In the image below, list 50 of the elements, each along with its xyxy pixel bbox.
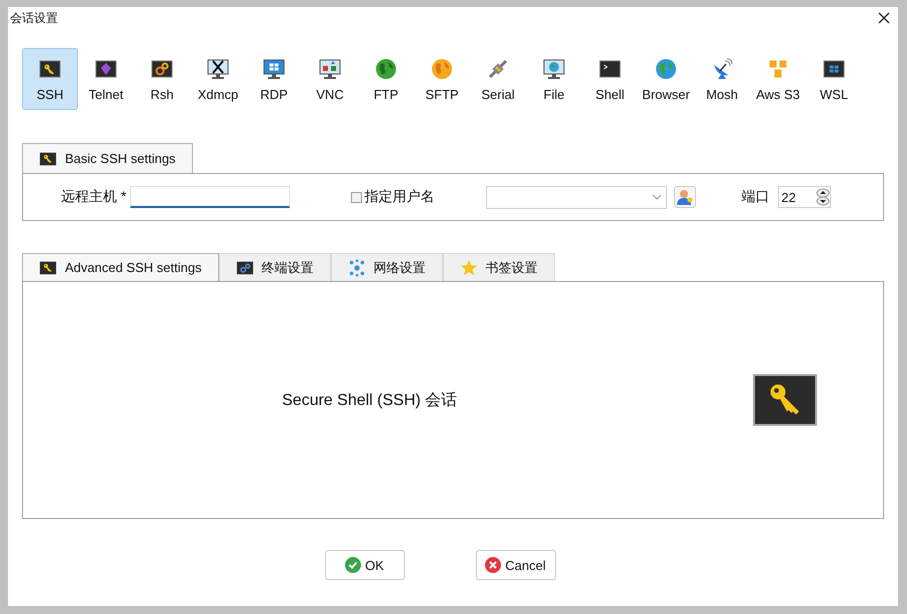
globe-icon [654, 56, 678, 80]
monitor-icon [262, 56, 286, 80]
field-label: 端口 [741, 188, 770, 206]
user-button[interactable] [674, 186, 696, 208]
gears-icon [236, 258, 254, 276]
close-icon [485, 557, 502, 573]
key-icon [39, 150, 57, 168]
checkbox-label: 指定用户名 [364, 188, 434, 206]
close-icon[interactable] [878, 12, 890, 24]
monitor-icon [206, 56, 230, 80]
monitor-icon [542, 56, 566, 80]
session-type-button[interactable]: Xdmcp [190, 48, 246, 110]
session-type-button[interactable]: Browser [638, 48, 694, 110]
session-type-button[interactable]: VNC [302, 48, 358, 110]
globe-icon [430, 56, 454, 80]
spin-arrows-icon[interactable] [816, 188, 830, 206]
network-icon [348, 258, 366, 276]
tab[interactable]: Advanced SSH settings [22, 253, 219, 281]
session-type-button[interactable]: Mosh [694, 48, 750, 110]
globe-icon [374, 56, 398, 80]
session-type-button[interactable]: Aws S3 [750, 48, 806, 110]
user-icon [676, 188, 694, 206]
dialog-button[interactable]: OK [324, 550, 404, 580]
session-description: Secure Shell (SSH) 会话 [282, 390, 458, 410]
field-label: 远程主机 * [61, 188, 126, 206]
caret-icon [652, 194, 662, 200]
tab[interactable]: 终端设置 [218, 253, 331, 281]
session-type-button[interactable]: FTP [358, 48, 414, 110]
session-type-button[interactable]: Serial [470, 48, 526, 110]
input-field[interactable] [130, 186, 290, 208]
tab[interactable]: 书签设置 [442, 253, 555, 281]
spin-field[interactable]: 22 [778, 186, 832, 208]
dialog-button[interactable]: Cancel [476, 550, 556, 580]
checkbox[interactable] [351, 192, 362, 202]
star-icon [460, 258, 478, 276]
key-icon [39, 258, 57, 276]
session-type-button[interactable]: Telnet [78, 48, 134, 110]
session-type-button[interactable]: File [526, 48, 582, 110]
window-title: 会话设置 [10, 10, 58, 26]
session-type-button[interactable]: SFTP [414, 48, 470, 110]
session-type-button[interactable]: RDP [246, 48, 302, 110]
tab[interactable]: 网络设置 [330, 253, 443, 281]
session-type-button[interactable]: Rsh [134, 48, 190, 110]
session-type-button[interactable]: Shell [582, 48, 638, 110]
session-type-button[interactable]: SSH [22, 48, 78, 110]
check-icon [345, 557, 362, 573]
session-type-button[interactable]: WSL [806, 48, 862, 110]
key-icon [753, 374, 818, 426]
tab[interactable]: Basic SSH settings [22, 143, 193, 173]
monitor-icon [318, 56, 342, 80]
